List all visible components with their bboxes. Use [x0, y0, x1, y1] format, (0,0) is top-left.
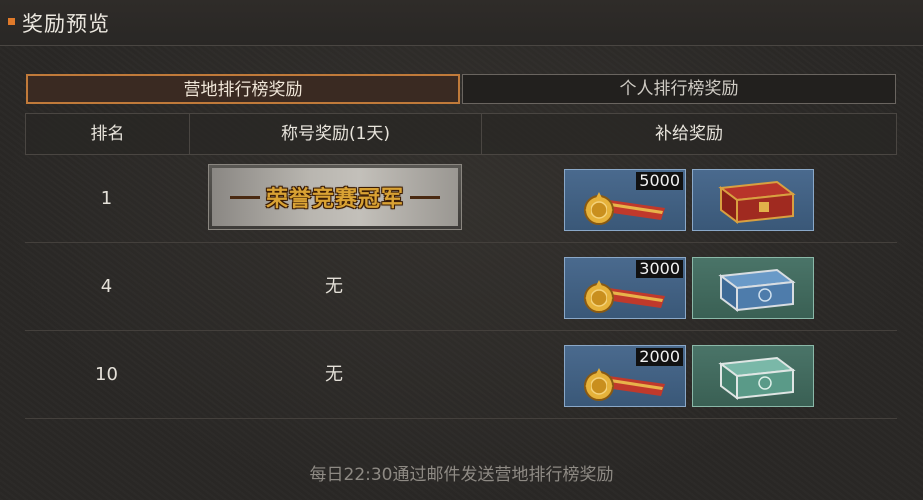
panel-header: 奖励预览 — [0, 0, 923, 46]
tab-camp-ranking-rewards[interactable]: 营地排行榜奖励 — [26, 74, 460, 104]
badge-ornament-right — [410, 195, 440, 199]
column-header-title-reward: 称号奖励(1天) — [189, 114, 481, 154]
badge-title-text: 荣誉竞赛冠军 — [265, 187, 404, 212]
medal-reward-slot[interactable]: 5000 — [564, 169, 686, 231]
title-reward-none: 无 — [325, 276, 343, 297]
medal-count: 2000 — [636, 348, 683, 366]
panel-title: 奖励预览 — [22, 12, 110, 36]
medal-count: 3000 — [636, 260, 683, 278]
medal-reward-slot[interactable]: 2000 — [564, 345, 686, 407]
column-header-rank: 排名 — [90, 124, 125, 144]
medal-count: 5000 — [636, 172, 683, 190]
title-badge-champion[interactable]: 荣誉竞赛冠军 — [208, 164, 462, 230]
chest-reward-slot[interactable] — [692, 345, 814, 407]
mail-delivery-note: 每日22:30通过邮件发送营地排行榜奖励 — [309, 465, 614, 485]
medal-reward-slot[interactable]: 3000 — [564, 257, 686, 319]
rank-value: 4 — [100, 276, 113, 297]
blue-chest-icon — [718, 268, 796, 312]
table-header: 排名 称号奖励(1天) 补给奖励 — [25, 113, 897, 155]
rank-value: 1 — [100, 188, 113, 209]
red-chest-icon — [718, 180, 796, 224]
title-reward-none: 无 — [325, 364, 343, 385]
rank-value: 10 — [95, 364, 118, 385]
teal-chest-icon — [718, 356, 796, 400]
chest-reward-slot[interactable] — [692, 169, 814, 231]
tab-personal-ranking-rewards[interactable]: 个人排行榜奖励 — [462, 74, 896, 104]
chest-reward-slot[interactable] — [692, 257, 814, 319]
column-header-supply-reward: 补给奖励 — [481, 114, 896, 154]
header-marker-icon — [8, 18, 15, 25]
badge-ornament-left — [229, 195, 260, 199]
